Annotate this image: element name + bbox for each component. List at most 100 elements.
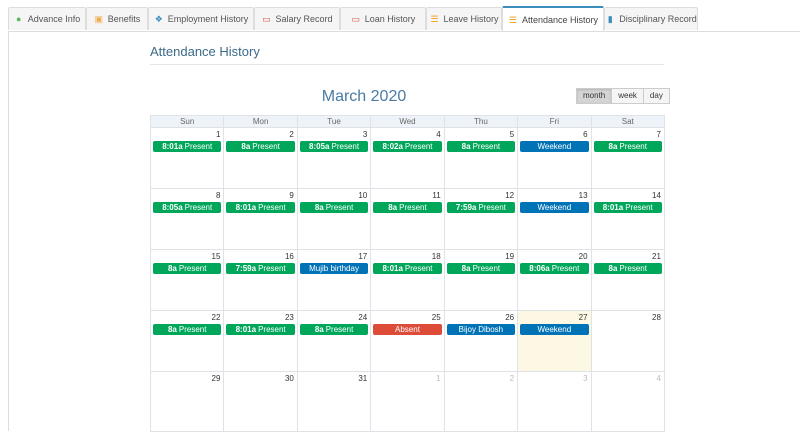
calendar-day[interactable]: 29 [151,372,225,432]
calendar-day[interactable]: 1 8:01a Present [151,128,225,189]
tab-employment-history[interactable]: ❖ Employment History [148,7,254,30]
calendar-day[interactable]: 7 8a Present [591,128,665,189]
day-view-button[interactable]: day [642,88,670,104]
event-time: 8:01a [162,142,183,151]
attendance-event-present[interactable]: 8a Present [593,263,662,274]
attendance-event-weekend[interactable]: Weekend [520,141,589,152]
calendar-day[interactable]: 27 Weekend [518,311,592,372]
attendance-event-present[interactable]: 8a Present [446,141,516,152]
attendance-event-present[interactable]: 8:01a Present [226,202,295,213]
calendar-day[interactable]: 3 [518,372,592,432]
calendar-day[interactable]: 8 8:05a Present [151,189,225,250]
day-number: 15 [211,252,221,261]
month-view-button[interactable]: month [576,88,613,104]
day-number: 31 [358,374,368,383]
attendance-event-weekend[interactable]: Weekend [520,324,589,335]
day-number: 1 [436,374,441,383]
calendar-day[interactable]: 26 Bijoy Dibosh [444,311,519,372]
calendar-day[interactable]: 16 7:59a Present [224,250,298,311]
attendance-event-present[interactable]: 7:59a Present [226,263,295,274]
calendar-day[interactable]: 19 8a Present [444,250,519,311]
calendar-day[interactable]: 1 [371,372,445,432]
calendar-day[interactable]: 4 8:02a Present [371,128,445,189]
calendar-day[interactable]: 2 [444,372,519,432]
calendar-day[interactable]: 18 8:01a Present [371,250,445,311]
calendar-day[interactable]: 20 8:06a Present [518,250,592,311]
day-number: 10 [358,191,368,200]
attendance-event-present[interactable]: 8:06a Present [520,263,589,274]
calendar-day[interactable]: 25 Absent [371,311,445,372]
attendance-event-holiday[interactable]: Bijoy Dibosh [446,324,516,335]
calendar-day[interactable]: 15 8a Present [151,250,225,311]
attendance-event-present[interactable]: 8a Present [299,324,369,335]
calendar-day[interactable]: 6 Weekend [518,128,592,189]
attendance-event-present[interactable]: 8a Present [593,141,662,152]
attendance-event-holiday[interactable]: Mujib birthday [299,263,369,274]
event-time: 8a [167,264,177,273]
calendar-day[interactable]: 22 8a Present [151,311,225,372]
calendar-day[interactable]: 14 8:01a Present [591,189,665,250]
calendar-day[interactable]: 10 8a Present [297,189,372,250]
tab-benefits[interactable]: ▣ Benefits [86,7,148,30]
attendance-event-present[interactable]: 7:59a Present [446,202,516,213]
week-view-button[interactable]: week [611,88,644,104]
event-label: Absent [395,325,420,334]
calendar-day[interactable]: 5 8a Present [444,128,519,189]
calendar-day[interactable]: 3 8:05a Present [297,128,372,189]
calendar-day[interactable]: 11 8a Present [371,189,445,250]
event-time: 8:05a [309,142,330,151]
attendance-event-present[interactable]: 8a Present [153,263,222,274]
attendance-event-present[interactable]: 8:05a Present [299,141,369,152]
attendance-event-weekend[interactable]: Weekend [520,202,589,213]
event-label: Present [551,264,580,273]
event-time: 8:01a [235,325,257,334]
tab-loan-history[interactable]: ▭ Loan History [340,7,426,30]
calendar-day[interactable]: 21 8a Present [591,250,665,311]
tab-attendance-history[interactable]: ☰ Attendance History [502,6,604,31]
day-number: 27 [578,313,588,322]
calendar-day[interactable]: 9 8:01a Present [224,189,298,250]
attendance-event-absent[interactable]: Absent [373,324,442,335]
file-icon: ▮ [607,14,613,24]
day-number: 8 [215,191,221,200]
calendar-day[interactable]: 17 Mujib birthday [297,250,372,311]
event-label: Present [404,264,433,273]
attendance-event-present[interactable]: 8:01a Present [226,324,295,335]
calendar-day[interactable]: 2 8a Present [224,128,298,189]
tab-advance-info[interactable]: ● Advance Info [8,7,86,30]
calendar-day[interactable]: 23 8:01a Present [224,311,298,372]
attendance-event-present[interactable]: 8a Present [153,324,222,335]
calendar-day[interactable]: 13 Weekend [518,189,592,250]
calendar-day[interactable]: 30 [224,372,298,432]
day-number: 23 [284,313,294,322]
calendar-day[interactable]: 24 8a Present [297,311,372,372]
weekday-sun: Sun [180,117,195,126]
attendance-event-present[interactable]: 8:01a Present [593,202,662,213]
attendance-event-present[interactable]: 8:01a Present [153,141,222,152]
tab-salary-record[interactable]: ▭ Salary Record [254,7,340,30]
day-number: 6 [583,130,588,139]
tab-disciplinary-record[interactable]: ▮ Disciplinary Record [604,7,698,30]
calendar-day[interactable]: 31 [297,372,372,432]
weekday-sat: Sat [590,116,664,127]
day-number: 20 [578,252,588,261]
event-label: Present [178,325,207,334]
attendance-event-present[interactable]: 8a Present [226,141,295,152]
calendar-week: 22 8a Present 23 8:01a Present 24 8a Present 25 Ab… [150,311,665,372]
attendance-event-present[interactable]: 8:05a Present [153,202,222,213]
event-label: Present [325,325,354,334]
attendance-event-present[interactable]: 8a Present [299,202,369,213]
attendance-event-present[interactable]: 8:01a Present [373,263,442,274]
section-title: Attendance History [150,44,260,59]
attendance-event-present[interactable]: 8a Present [446,263,516,274]
top-strip [0,0,800,5]
attendance-event-present[interactable]: 8a Present [373,202,442,213]
gift-icon: ▣ [94,14,103,24]
calendar-day[interactable]: 12 7:59a Present [444,189,519,250]
calendar-day[interactable]: 28 [591,311,665,372]
day-number: 24 [358,313,368,322]
event-time: 8a [241,142,251,151]
tab-leave-history[interactable]: ☰ Leave History [426,7,502,30]
attendance-event-present[interactable]: 8:02a Present [373,141,442,152]
calendar-day[interactable]: 4 [591,372,665,432]
